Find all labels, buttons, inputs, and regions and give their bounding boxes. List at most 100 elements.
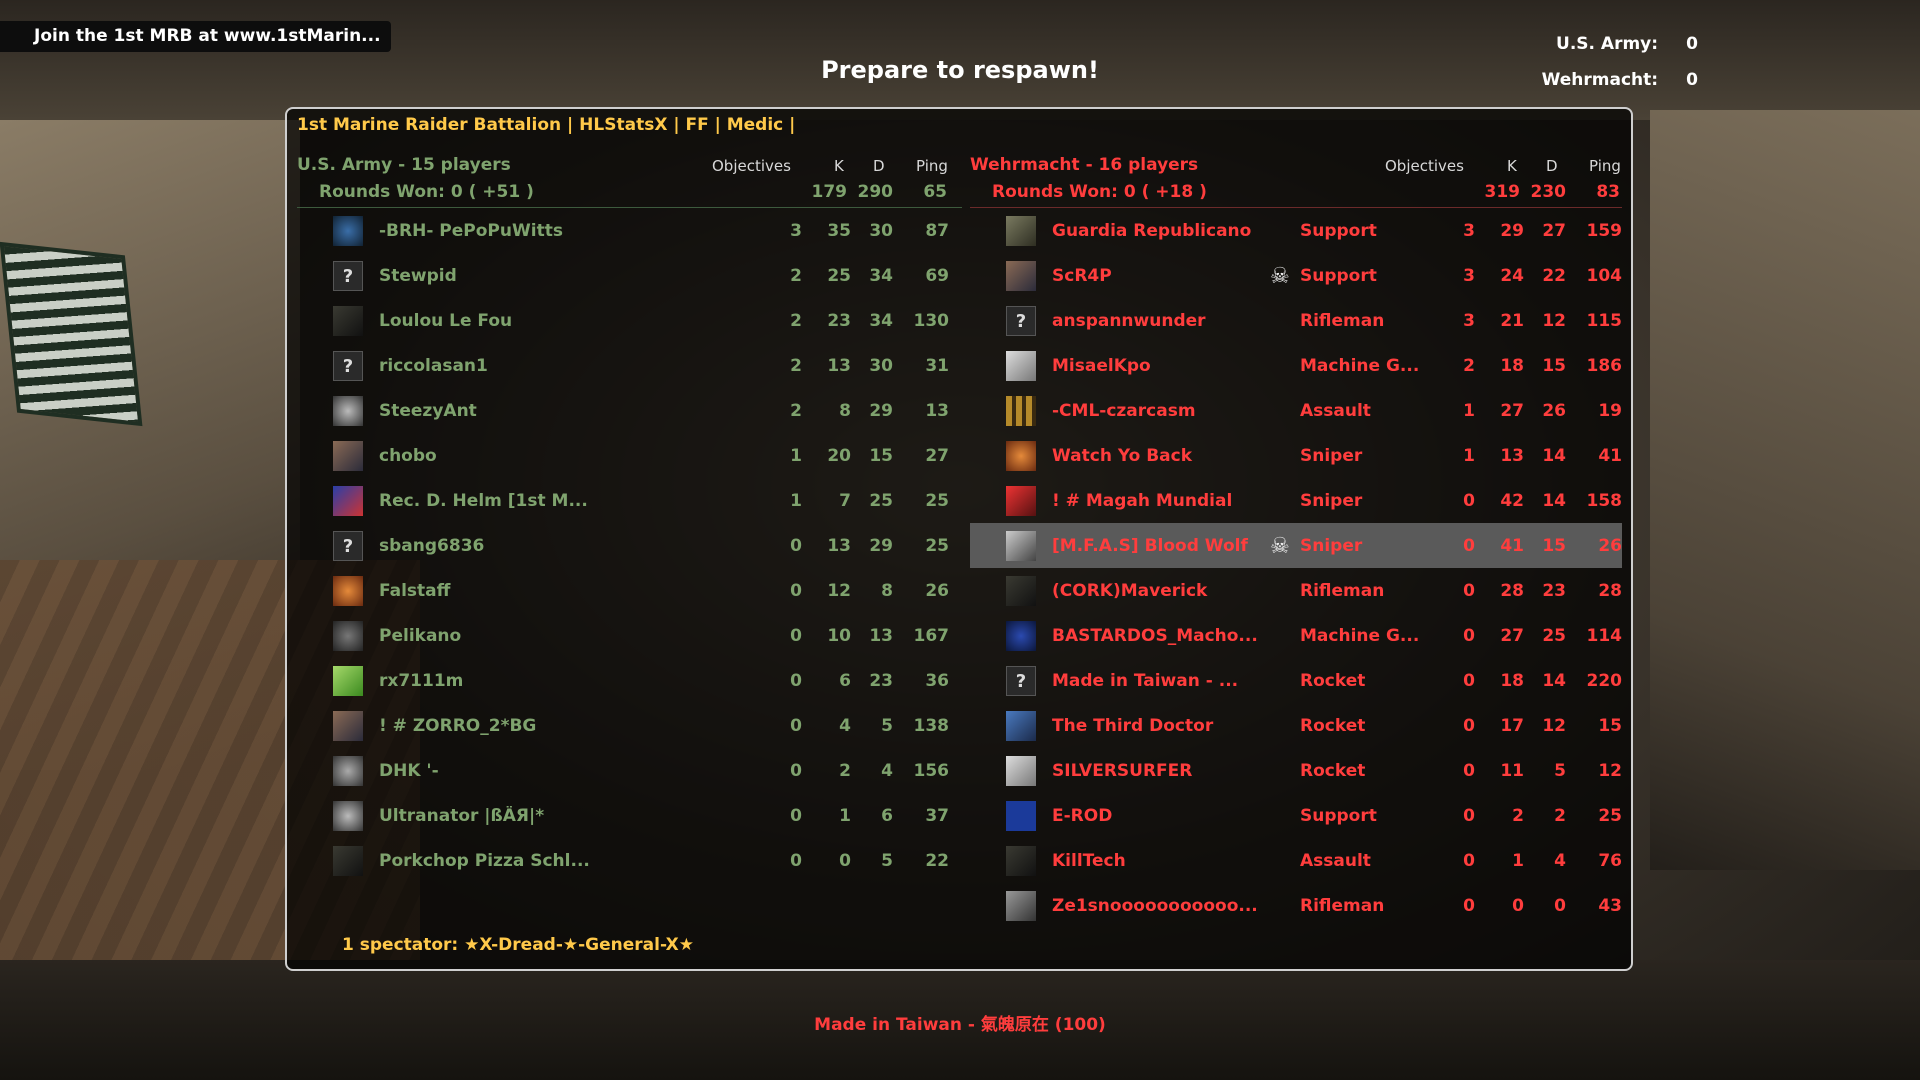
- player-name: The Third Doctor: [1052, 716, 1214, 736]
- player-row[interactable]: ScR4P ☠ Support 3 24 22 104: [970, 253, 1622, 298]
- player-deaths: 14: [1542, 446, 1566, 466]
- player-row[interactable]: Ze1snooooooooooo... Rifleman 0 0 0 43: [970, 883, 1622, 928]
- player-deaths: 15: [1542, 536, 1566, 556]
- badge-avatar: [333, 486, 363, 516]
- player-name: Made in Taiwan - ...: [1052, 671, 1239, 691]
- player-ping: 43: [1598, 896, 1622, 916]
- team-score-allies: U.S. Army: 0: [1542, 30, 1698, 66]
- player-class: Rocket: [1300, 671, 1366, 691]
- player-ping: 167: [913, 626, 950, 646]
- player-row[interactable]: The Third Doctor Rocket 0 17 12 15: [970, 703, 1622, 748]
- column-header-deaths: D: [1546, 157, 1558, 175]
- player-class: Rifleman: [1300, 896, 1385, 916]
- background-window-shutter: [0, 241, 143, 427]
- player-kills: 18: [1500, 356, 1524, 376]
- player-row[interactable]: chobo 1 20 15 27: [297, 433, 962, 478]
- player-name: BASTARDOS_Macho...: [1052, 626, 1258, 646]
- player-row[interactable]: [M.F.A.S] Blood Wolf ☠ Sniper 0 41 15 26: [970, 523, 1622, 568]
- player-row[interactable]: Rec. D. Helm [1st M... 1 7 25 25: [297, 478, 962, 523]
- player-list: -BRH- PePoPuWitts 3 35 30 87? Stewpid 2 25 34 69 L…: [297, 208, 962, 883]
- column-header-objectives: Objectives: [1385, 157, 1464, 175]
- player-name: -BRH- PePoPuWitts: [379, 221, 563, 241]
- player-class: Rocket: [1300, 761, 1366, 781]
- player-ping: 28: [1598, 581, 1622, 601]
- player-class: Sniper: [1300, 491, 1363, 511]
- player-row[interactable]: -BRH- PePoPuWitts 3 35 30 87: [297, 208, 962, 253]
- photo-avatar: [333, 441, 363, 471]
- total-deaths: 290: [857, 182, 894, 202]
- player-name: ! # ZORRO_2*BG: [379, 716, 537, 736]
- player-name: Watch Yo Back: [1052, 446, 1193, 466]
- player-row[interactable]: KillTech Assault 0 1 4 76: [970, 838, 1622, 883]
- player-row[interactable]: DHK '- 0 2 4 156: [297, 748, 962, 793]
- player-name: Falstaff: [379, 581, 451, 601]
- player-row[interactable]: ? anspannwunder Rifleman 3 21 12 115: [970, 298, 1622, 343]
- player-name: MisaelKpo: [1052, 356, 1151, 376]
- player-row[interactable]: ! # ZORRO_2*BG 0 4 5 138: [297, 703, 962, 748]
- blue-avatar: [1006, 711, 1036, 741]
- player-deaths: 29: [869, 536, 893, 556]
- player-kills: 42: [1500, 491, 1524, 511]
- player-deaths: 13: [869, 626, 893, 646]
- player-row[interactable]: SteezyAnt 2 8 29 13: [297, 388, 962, 433]
- killer-info: Made in Taiwan - 氣魄原在 (100): [814, 1015, 1106, 1035]
- player-name: [M.F.A.S] Blood Wolf: [1052, 536, 1248, 556]
- player-row[interactable]: Falstaff 0 12 8 26: [297, 568, 962, 613]
- player-objectives: 2: [790, 356, 802, 376]
- player-name: Guardia Republicano: [1052, 221, 1252, 241]
- player-ping: 36: [925, 671, 949, 691]
- player-row[interactable]: ! # Magah Mundial Sniper 0 42 14 158: [970, 478, 1622, 523]
- player-objectives: 0: [790, 806, 802, 826]
- player-name: chobo: [379, 446, 437, 466]
- player-row[interactable]: (CORK)Maverick Rifleman 0 28 23 28: [970, 568, 1622, 613]
- player-row[interactable]: Loulou Le Fou 2 23 34 130: [297, 298, 962, 343]
- player-row[interactable]: ? sbang6836 0 13 29 25: [297, 523, 962, 568]
- player-kills: 10: [827, 626, 851, 646]
- player-row[interactable]: Watch Yo Back Sniper 1 13 14 41: [970, 433, 1622, 478]
- player-ping: 41: [1598, 446, 1622, 466]
- player-kills: 0: [839, 851, 851, 871]
- player-kills: 2: [1512, 806, 1524, 826]
- total-kills: 179: [811, 182, 848, 202]
- player-objectives: 0: [1463, 671, 1475, 691]
- player-row[interactable]: ? riccolasan1 2 13 30 31: [297, 343, 962, 388]
- player-name: anspannwunder: [1052, 311, 1206, 331]
- player-row[interactable]: ? Stewpid 2 25 34 69: [297, 253, 962, 298]
- player-deaths: 34: [869, 311, 893, 331]
- dark-avatar: [333, 846, 363, 876]
- player-ping: 69: [925, 266, 949, 286]
- team-name: Wehrmacht - 16 players: [970, 155, 1199, 175]
- column-header-kills: K: [1507, 157, 1517, 175]
- globe-avatar: [333, 216, 363, 246]
- player-name: Porkchop Pizza Schl...: [379, 851, 590, 871]
- player-row[interactable]: Ultranator |ßÄЯ|* 0 1 6 37: [297, 793, 962, 838]
- player-row[interactable]: Pelikano 0 10 13 167: [297, 613, 962, 658]
- player-objectives: 0: [1463, 806, 1475, 826]
- player-ping: 27: [925, 446, 949, 466]
- player-row[interactable]: Porkchop Pizza Schl... 0 0 5 22: [297, 838, 962, 883]
- player-row[interactable]: Guardia Republicano Support 3 29 27 159: [970, 208, 1622, 253]
- player-row[interactable]: E-ROD Support 0 2 2 25: [970, 793, 1622, 838]
- player-deaths: 15: [869, 446, 893, 466]
- player-name: SILVERSURFER: [1052, 761, 1193, 781]
- player-deaths: 0: [1554, 896, 1566, 916]
- player-row[interactable]: BASTARDOS_Macho... Machine G... 0 27 25 114: [970, 613, 1622, 658]
- player-class: Support: [1300, 806, 1377, 826]
- wolf-avatar: [1006, 531, 1036, 561]
- player-kills: 23: [827, 311, 851, 331]
- player-ping: 186: [1586, 356, 1623, 376]
- orange-avatar: [1006, 441, 1036, 471]
- player-row[interactable]: SILVERSURFER Rocket 0 11 5 12: [970, 748, 1622, 793]
- scoreboard-panel: 1st Marine Raider Battalion | HLStatsX |…: [285, 107, 1633, 971]
- skull-avatar: [333, 756, 363, 786]
- player-row[interactable]: -CML-czarcasm Assault 1 27 26 19: [970, 388, 1622, 433]
- soldier-avatar: [1006, 216, 1036, 246]
- player-kills: 12: [827, 581, 851, 601]
- player-row[interactable]: MisaelKpo Machine G... 2 18 15 186: [970, 343, 1622, 388]
- player-row[interactable]: ? Made in Taiwan - ... Rocket 0 18 14 220: [970, 658, 1622, 703]
- player-row[interactable]: rx7111m 0 6 23 36: [297, 658, 962, 703]
- rounds-won: Rounds Won: 0 ( +18 ): [992, 182, 1207, 202]
- team-score-value: 0: [1686, 34, 1698, 54]
- photo-avatar: [333, 711, 363, 741]
- player-name: E-ROD: [1052, 806, 1113, 826]
